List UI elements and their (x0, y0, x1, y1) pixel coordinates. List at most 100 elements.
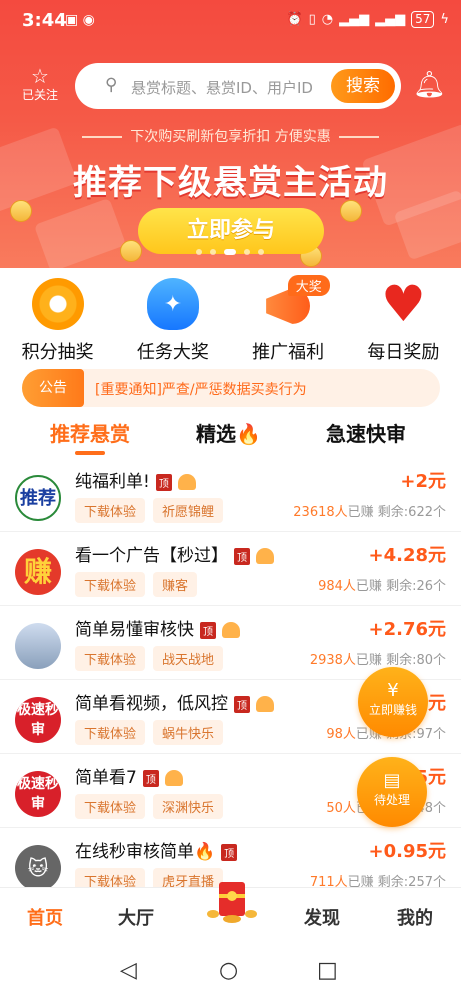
vibrate-icon: ▯ (308, 12, 316, 27)
quick-label: 每日奖励 (367, 342, 440, 363)
coin-icon: ¥ (387, 680, 399, 701)
quick-label: 推广福利 (252, 342, 325, 363)
pin-badge: 顶 (234, 547, 250, 565)
task-title: 看一个广告【秒过】 (75, 546, 228, 566)
ghost-icon (256, 696, 274, 712)
pin-badge: 顶 (221, 843, 238, 861)
tab-featured[interactable]: 精选🔥 (196, 418, 261, 447)
banner-title: 推荐下级悬赏主活动 (73, 163, 388, 203)
pin-badge: 顶 (155, 473, 172, 491)
recents-icon[interactable]: □ (317, 958, 338, 983)
pin-badge: 顶 (234, 695, 250, 713)
avatar: 极速秒审 (15, 771, 61, 817)
nav-hall[interactable]: 大厅 (118, 904, 154, 930)
join-button[interactable]: 立即参与 (138, 208, 324, 254)
search-icon: ⚲ (105, 75, 118, 95)
quick-points-lottery[interactable]: 积分抽奖 (0, 278, 115, 363)
search-button[interactable]: 搜索 (331, 69, 395, 103)
earned-count: 984人 (318, 579, 356, 594)
quick-task-prize[interactable]: ✦ 任务大奖 (115, 278, 230, 363)
task-tag: 战天战地 (153, 646, 224, 671)
battery-level: 57 (411, 11, 435, 28)
carousel-dot-active (224, 249, 236, 255)
earned-count: 2938人 (309, 653, 356, 668)
earned-label: 已赚 (355, 579, 382, 594)
task-tag: 下载体验 (75, 646, 146, 671)
quick-daily-reward[interactable]: ♥ 每日奖励 (346, 275, 461, 363)
task-title: 在线秒审核简单🔥 (75, 842, 216, 862)
gift-icon[interactable] (203, 876, 261, 924)
earned-label: 已赚 (355, 653, 382, 668)
quick-promotion[interactable]: 大奖 推广福利 (231, 275, 346, 363)
task-row[interactable]: 赚 看一个广告【秒过】顶 下载体验 赚客 +4.28元 984人已赚 剩余:26个 (0, 532, 461, 606)
pending-button[interactable]: ▤ 待处理 (357, 757, 427, 827)
task-stat: 2938人已赚 剩余:80个 (310, 649, 446, 668)
carousel-dot (196, 249, 202, 255)
money-bag-icon: ✦ (146, 278, 199, 330)
pending-label: 待处理 (373, 793, 410, 807)
quick-label: 积分抽奖 (21, 342, 94, 363)
coin-drop-icon (31, 278, 84, 330)
home-icon[interactable]: ○ (219, 958, 238, 983)
hero-banner: 3:44 ▣ ◉ ⏰ ▯ ◔ ▂▄▆ ▂▄▆ 57 ϟ ☆ 已关注 ⚲ 悬赏标题… (0, 0, 461, 268)
avatar: 推荐 (15, 475, 61, 521)
quick-label: 任务大奖 (136, 342, 209, 363)
carousel-dot (210, 249, 216, 255)
prize-badge: 大奖 (287, 275, 330, 296)
pin-badge: 顶 (142, 769, 159, 787)
ghost-icon (256, 548, 274, 564)
signal-icon-2: ▂▄▆ (375, 12, 406, 27)
task-title: 简单看7 (75, 768, 137, 788)
earned-count: 23618人 (293, 505, 348, 520)
alarm-icon: ⏰ (286, 12, 303, 27)
ghost-icon (177, 474, 196, 490)
back-icon[interactable]: ◁ (120, 958, 137, 983)
carousel-dot (244, 249, 250, 255)
wifi-icon: ◔ (321, 12, 334, 27)
bell-icon[interactable]: 🔔︎ (413, 70, 446, 100)
carousel-dot (258, 249, 264, 255)
status-right: ⏰ ▯ ◔ ▂▄▆ ▂▄▆ 57 ϟ (286, 11, 449, 28)
nav-discover[interactable]: 发现 (304, 904, 340, 930)
avatar: 🐱 (15, 845, 61, 891)
heart-icon: ♥ (380, 275, 426, 333)
search-input[interactable]: 悬赏标题、悬赏ID、用户ID (131, 77, 313, 98)
task-tag: 下载体验 (75, 498, 146, 523)
tab-fast-review[interactable]: 急速快审 (326, 418, 406, 447)
task-stat: 23618人已赚 剩余:622个 (293, 501, 446, 520)
tab-bar: 推荐悬赏 精选🔥 急速快审 (0, 418, 461, 458)
task-title: 纯福利单! (75, 472, 150, 492)
ghost-icon (222, 622, 240, 638)
task-row[interactable]: 推荐 纯福利单! 顶 下载体验 祈愿锦鲤 +2元 23618人已赚 剩余:622个 (0, 458, 461, 532)
tab-recommended[interactable]: 推荐悬赏 (50, 418, 130, 455)
task-reward: +4.28元 (368, 545, 447, 566)
notice-tag: 公告 (22, 369, 84, 407)
remain-count: 剩余:80个 (386, 653, 446, 668)
pin-badge: 顶 (200, 621, 216, 639)
earn-now-button[interactable]: ¥ 立即赚钱 (358, 667, 428, 737)
star-icon: ☆ (31, 64, 49, 88)
nav-mine[interactable]: 我的 (397, 904, 433, 930)
task-tag: 蜗牛快乐 (153, 720, 224, 745)
ghost-icon (164, 770, 183, 786)
follow-button[interactable]: ☆ 已关注 (18, 66, 62, 103)
earn-now-label: 立即赚钱 (368, 703, 417, 717)
remain-count: 剩余:26个 (386, 579, 446, 594)
follow-label: 已关注 (21, 88, 58, 102)
notice-text: [重要通知]严查/严惩数据买卖行为 (95, 382, 307, 398)
status-bar: 3:44 ▣ ◉ ⏰ ▯ ◔ ▂▄▆ ▂▄▆ 57 ϟ (0, 0, 461, 42)
task-stat: 984人已赚 剩余:26个 (318, 575, 446, 594)
notice-bar[interactable]: 公告 [重要通知]严查/严惩数据买卖行为 (22, 369, 440, 407)
task-tag: 深渊快乐 (153, 794, 224, 819)
earned-count: 98人 (326, 727, 356, 742)
avatar: 赚 (15, 549, 61, 595)
remain-count: 剩余:622个 (377, 505, 446, 520)
signal-icon: ▂▄▆ (339, 12, 370, 27)
search-bar[interactable]: ⚲ 悬赏标题、悬赏ID、用户ID 搜索 (75, 63, 401, 109)
system-nav: ◁ ○ □ (0, 945, 461, 1000)
nav-home[interactable]: 首页 (27, 904, 63, 930)
app-icons: ▣ ◉ (65, 12, 95, 28)
banner-subtitle: 下次购买刷新包享折扣 方便实惠 (0, 126, 461, 146)
clipboard-icon: ▤ (383, 770, 401, 791)
task-tag: 祈愿锦鲤 (153, 498, 224, 523)
